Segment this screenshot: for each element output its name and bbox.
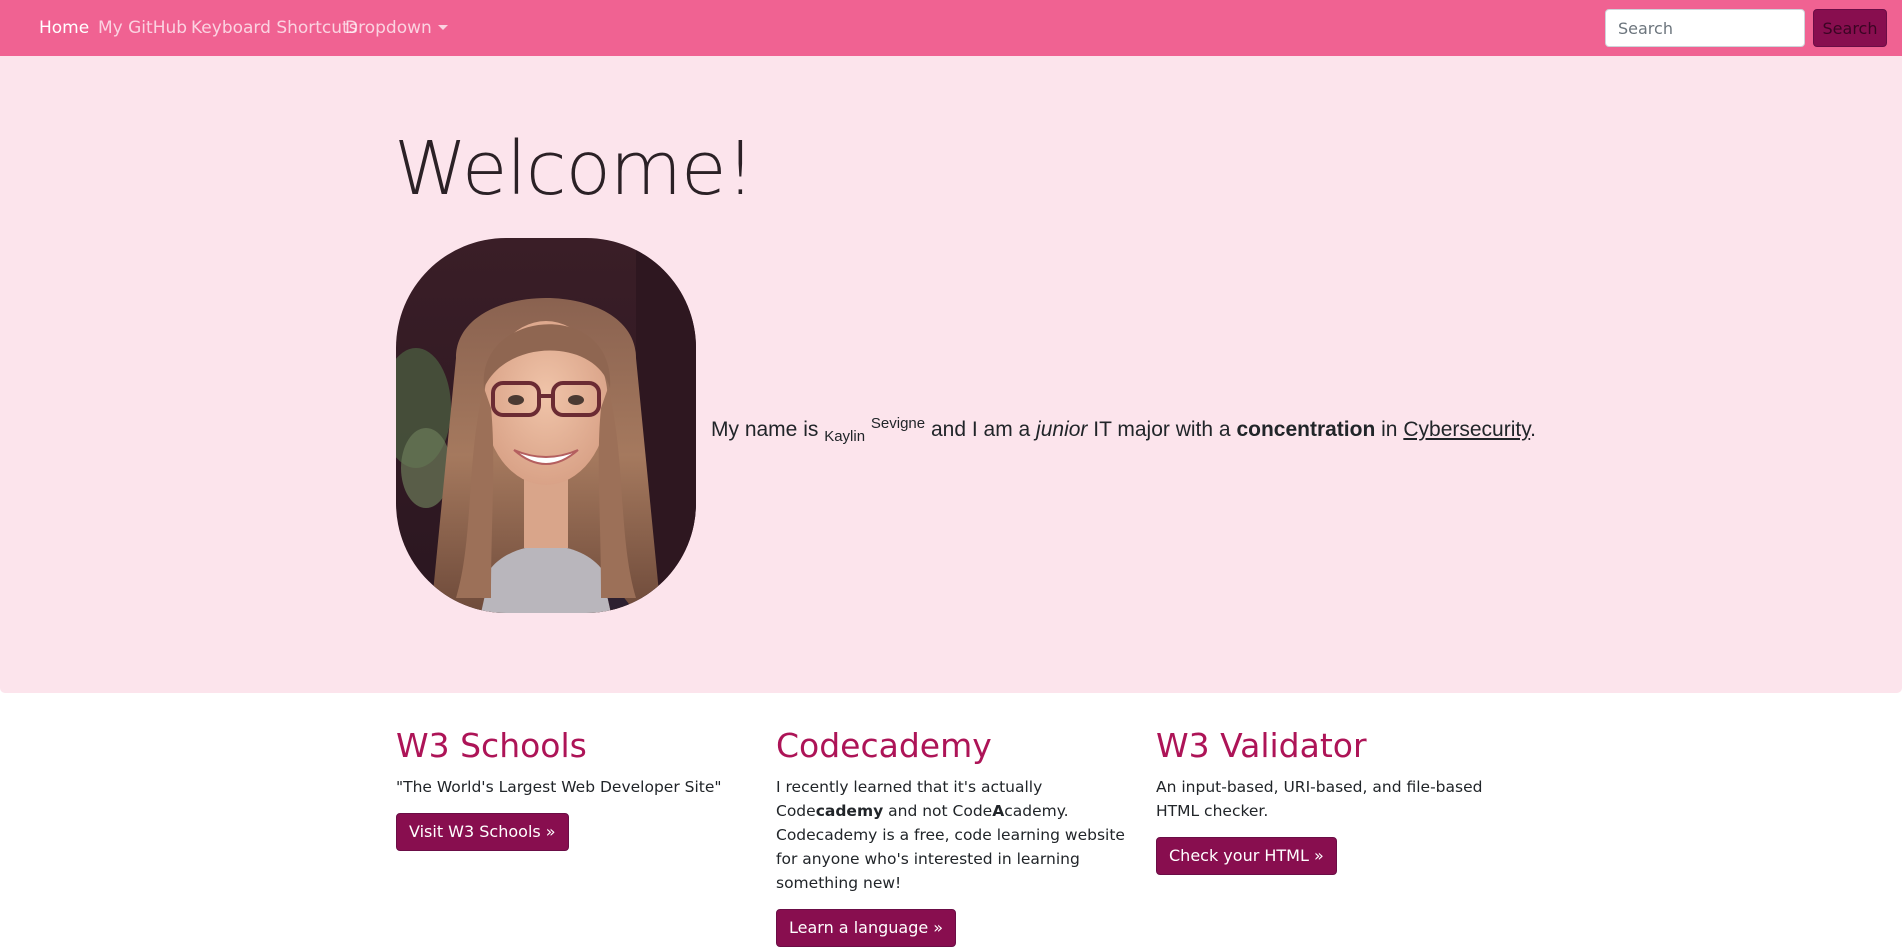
visit-w3schools-button[interactable]: Visit W3 Schools » bbox=[396, 813, 569, 851]
chevron-down-icon bbox=[437, 25, 448, 30]
w3validator-description: An input-based, URI-based, and file-base… bbox=[1156, 778, 1483, 820]
concentration-strong: concentration bbox=[1236, 418, 1376, 441]
w3schools-column: W3 Schools "The World's Largest Web Deve… bbox=[396, 723, 756, 851]
codecademy-description: I recently learned that it's actually Co… bbox=[776, 775, 1136, 895]
check-html-button[interactable]: Check your HTML » bbox=[1156, 837, 1337, 875]
intro-prefix: My name is bbox=[711, 418, 819, 441]
codecademy-desc-part2: and not Code bbox=[883, 802, 993, 820]
w3schools-description: "The World's Largest Web Developer Site" bbox=[396, 778, 722, 796]
cybersecurity-link[interactable]: Cybersecurity bbox=[1403, 418, 1530, 441]
intro-text: My name is Kaylin Sevigne and I am a jun… bbox=[711, 406, 1536, 455]
codecademy-desc-bold2: A bbox=[992, 802, 1005, 820]
intro-text-4: in bbox=[1381, 418, 1398, 441]
last-name: Sevigne bbox=[870, 415, 926, 432]
profile-photo bbox=[396, 238, 696, 613]
intro-text-3: IT major with a bbox=[1093, 418, 1231, 441]
w3validator-heading: W3 Validator bbox=[1156, 726, 1367, 765]
search-button[interactable]: Search bbox=[1813, 9, 1887, 47]
intro-suffix: . bbox=[1530, 418, 1536, 441]
w3schools-heading: W3 Schools bbox=[396, 726, 587, 765]
codecademy-heading: Codecademy bbox=[776, 726, 992, 765]
year-emphasis: junior bbox=[1036, 418, 1088, 441]
learn-language-button[interactable]: Learn a language » bbox=[776, 909, 957, 947]
welcome-jumbotron bbox=[0, 56, 1902, 693]
nav-keyboard-shortcuts-link[interactable]: Keyboard Shortcuts bbox=[191, 16, 358, 40]
top-navbar: Home My GitHub Keyboard Shortcuts Dropdo… bbox=[0, 0, 1902, 56]
nav-github-link[interactable]: My GitHub bbox=[98, 16, 187, 40]
search-input[interactable] bbox=[1605, 9, 1805, 47]
codecademy-column: Codecademy I recently learned that it's … bbox=[776, 723, 1136, 947]
intro-text-2: and I am a bbox=[930, 418, 1031, 441]
w3validator-column: W3 Validator An input-based, URI-based, … bbox=[1156, 723, 1516, 875]
codecademy-desc-bold1: cademy bbox=[815, 802, 884, 820]
first-name: Kaylin bbox=[824, 428, 866, 446]
nav-dropdown-label: Dropdown bbox=[345, 18, 432, 38]
nav-home-link[interactable]: Home bbox=[39, 16, 89, 40]
nav-dropdown-toggle[interactable]: Dropdown bbox=[345, 16, 448, 40]
page-title: Welcome! bbox=[394, 126, 755, 212]
